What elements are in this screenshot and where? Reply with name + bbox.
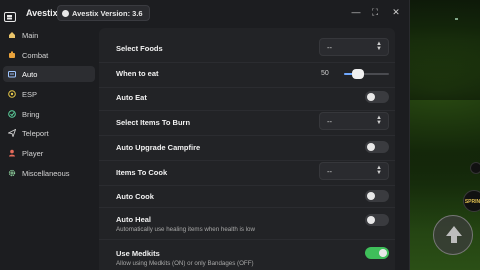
auto-heal-toggle[interactable] [365,214,389,226]
sidebar-item-label: Main [22,30,39,40]
sidebar: Main Combat Auto ESP Bring Teleport Play… [0,26,98,270]
updown-arrow-icon: ▲ ▼ [376,115,382,126]
setting-label: Auto Cook [116,192,154,201]
setting-when-to-eat: When to eat 50 [99,63,395,88]
sidebar-item-combat[interactable]: Combat [3,47,95,63]
auto-eat-toggle[interactable] [365,91,389,103]
setting-label: Auto Upgrade Campfire [116,143,201,152]
eye-icon [8,90,16,98]
gear-icon [8,169,16,177]
when-to-eat-slider[interactable] [344,69,389,79]
app-logo-icon [4,12,16,22]
hud-small-button[interactable] [470,162,480,174]
auto-cook-toggle[interactable] [365,190,389,202]
sidebar-item-label: Bring [22,109,40,119]
sidebar-item-label: Miscellaneous [22,168,70,178]
updown-arrow-icon: ▲ ▼ [376,41,382,52]
slider-value: 50 [321,70,329,77]
sidebar-item-label: Player [22,148,44,158]
updown-arrow-icon: ▲ ▼ [376,165,382,176]
game-trees [400,40,480,100]
auto-upgrade-campfire-toggle[interactable] [365,141,389,153]
setting-auto-upgrade-campfire: Auto Upgrade Campfire [99,136,395,161]
sidebar-item-label: Auto [22,69,38,79]
dropdown-value: -- [327,43,332,52]
setting-description: Allow using Medkits (ON) or only Bandage… [116,260,254,267]
sidebar-item-label: ESP [22,89,38,99]
sprint-button[interactable]: SPRINT [463,190,480,212]
select-foods-dropdown[interactable]: -- ▲ ▼ [319,38,389,56]
sidebar-item-auto[interactable]: Auto [3,66,95,82]
script-window: Avestix Avestix Version: 3.6 — ⛶ ✕ Main … [0,0,410,270]
hand-icon [8,110,16,118]
setting-auto-eat: Auto Eat [99,88,395,111]
user-icon [8,149,16,157]
home-icon [8,31,16,39]
use-medkits-toggle[interactable] [365,247,389,259]
sidebar-item-miscellaneous[interactable]: Miscellaneous [3,165,95,181]
version-label: Avestix Version: 3.6 [72,8,143,18]
close-button[interactable]: ✕ [390,6,402,18]
send-icon [7,128,17,138]
setting-use-medkits: Use Medkits Allow using Medkits (ON) or … [99,240,395,270]
select-items-burn-dropdown[interactable]: -- ▲ ▼ [319,112,389,130]
sidebar-item-esp[interactable]: ESP [3,86,95,102]
sidebar-item-player[interactable]: Player [3,145,95,161]
setting-label: When to eat [116,69,159,78]
maximize-button[interactable]: ⛶ [369,6,381,18]
setting-items-to-cook: Items To Cook -- ▲ ▼ [99,161,395,186]
slider-knob[interactable] [351,69,364,79]
setting-description: Automatically use healing items when hea… [116,226,255,233]
setting-select-foods: Select Foods -- ▲ ▼ [99,28,395,63]
app-title: Avestix [26,8,58,18]
setting-select-items-burn: Select Items To Burn -- ▲ ▼ [99,111,395,136]
jump-button[interactable] [433,215,473,255]
sidebar-item-teleport[interactable]: Teleport [3,125,95,141]
setting-label: Auto Heal [116,215,152,224]
robot-icon [8,70,16,78]
sidebar-item-main[interactable]: Main [3,27,95,43]
setting-label: Select Items To Burn [116,118,191,127]
github-icon [62,9,69,17]
version-badge[interactable]: Avestix Version: 3.6 [57,5,150,21]
settings-panel: Select Foods -- ▲ ▼ When to eat 50 Auto E… [99,28,395,270]
setting-label: Use Medkits [116,249,160,258]
game-light [455,18,458,20]
setting-auto-heal: Auto Heal Automatically use healing item… [99,208,395,240]
setting-auto-cook: Auto Cook [99,186,395,208]
title-bar[interactable]: Avestix Avestix Version: 3.6 — ⛶ ✕ [0,0,410,26]
dropdown-value: -- [327,117,332,126]
minimize-button[interactable]: — [350,6,362,18]
setting-label: Items To Cook [116,168,168,177]
setting-label: Auto Eat [116,93,147,102]
dropdown-value: -- [327,167,332,176]
sidebar-item-label: Combat [22,50,49,60]
sword-icon [8,51,16,59]
sidebar-item-bring[interactable]: Bring [3,106,95,122]
sidebar-item-label: Teleport [22,128,49,138]
setting-label: Select Foods [116,44,163,53]
items-to-cook-dropdown[interactable]: -- ▲ ▼ [319,162,389,180]
